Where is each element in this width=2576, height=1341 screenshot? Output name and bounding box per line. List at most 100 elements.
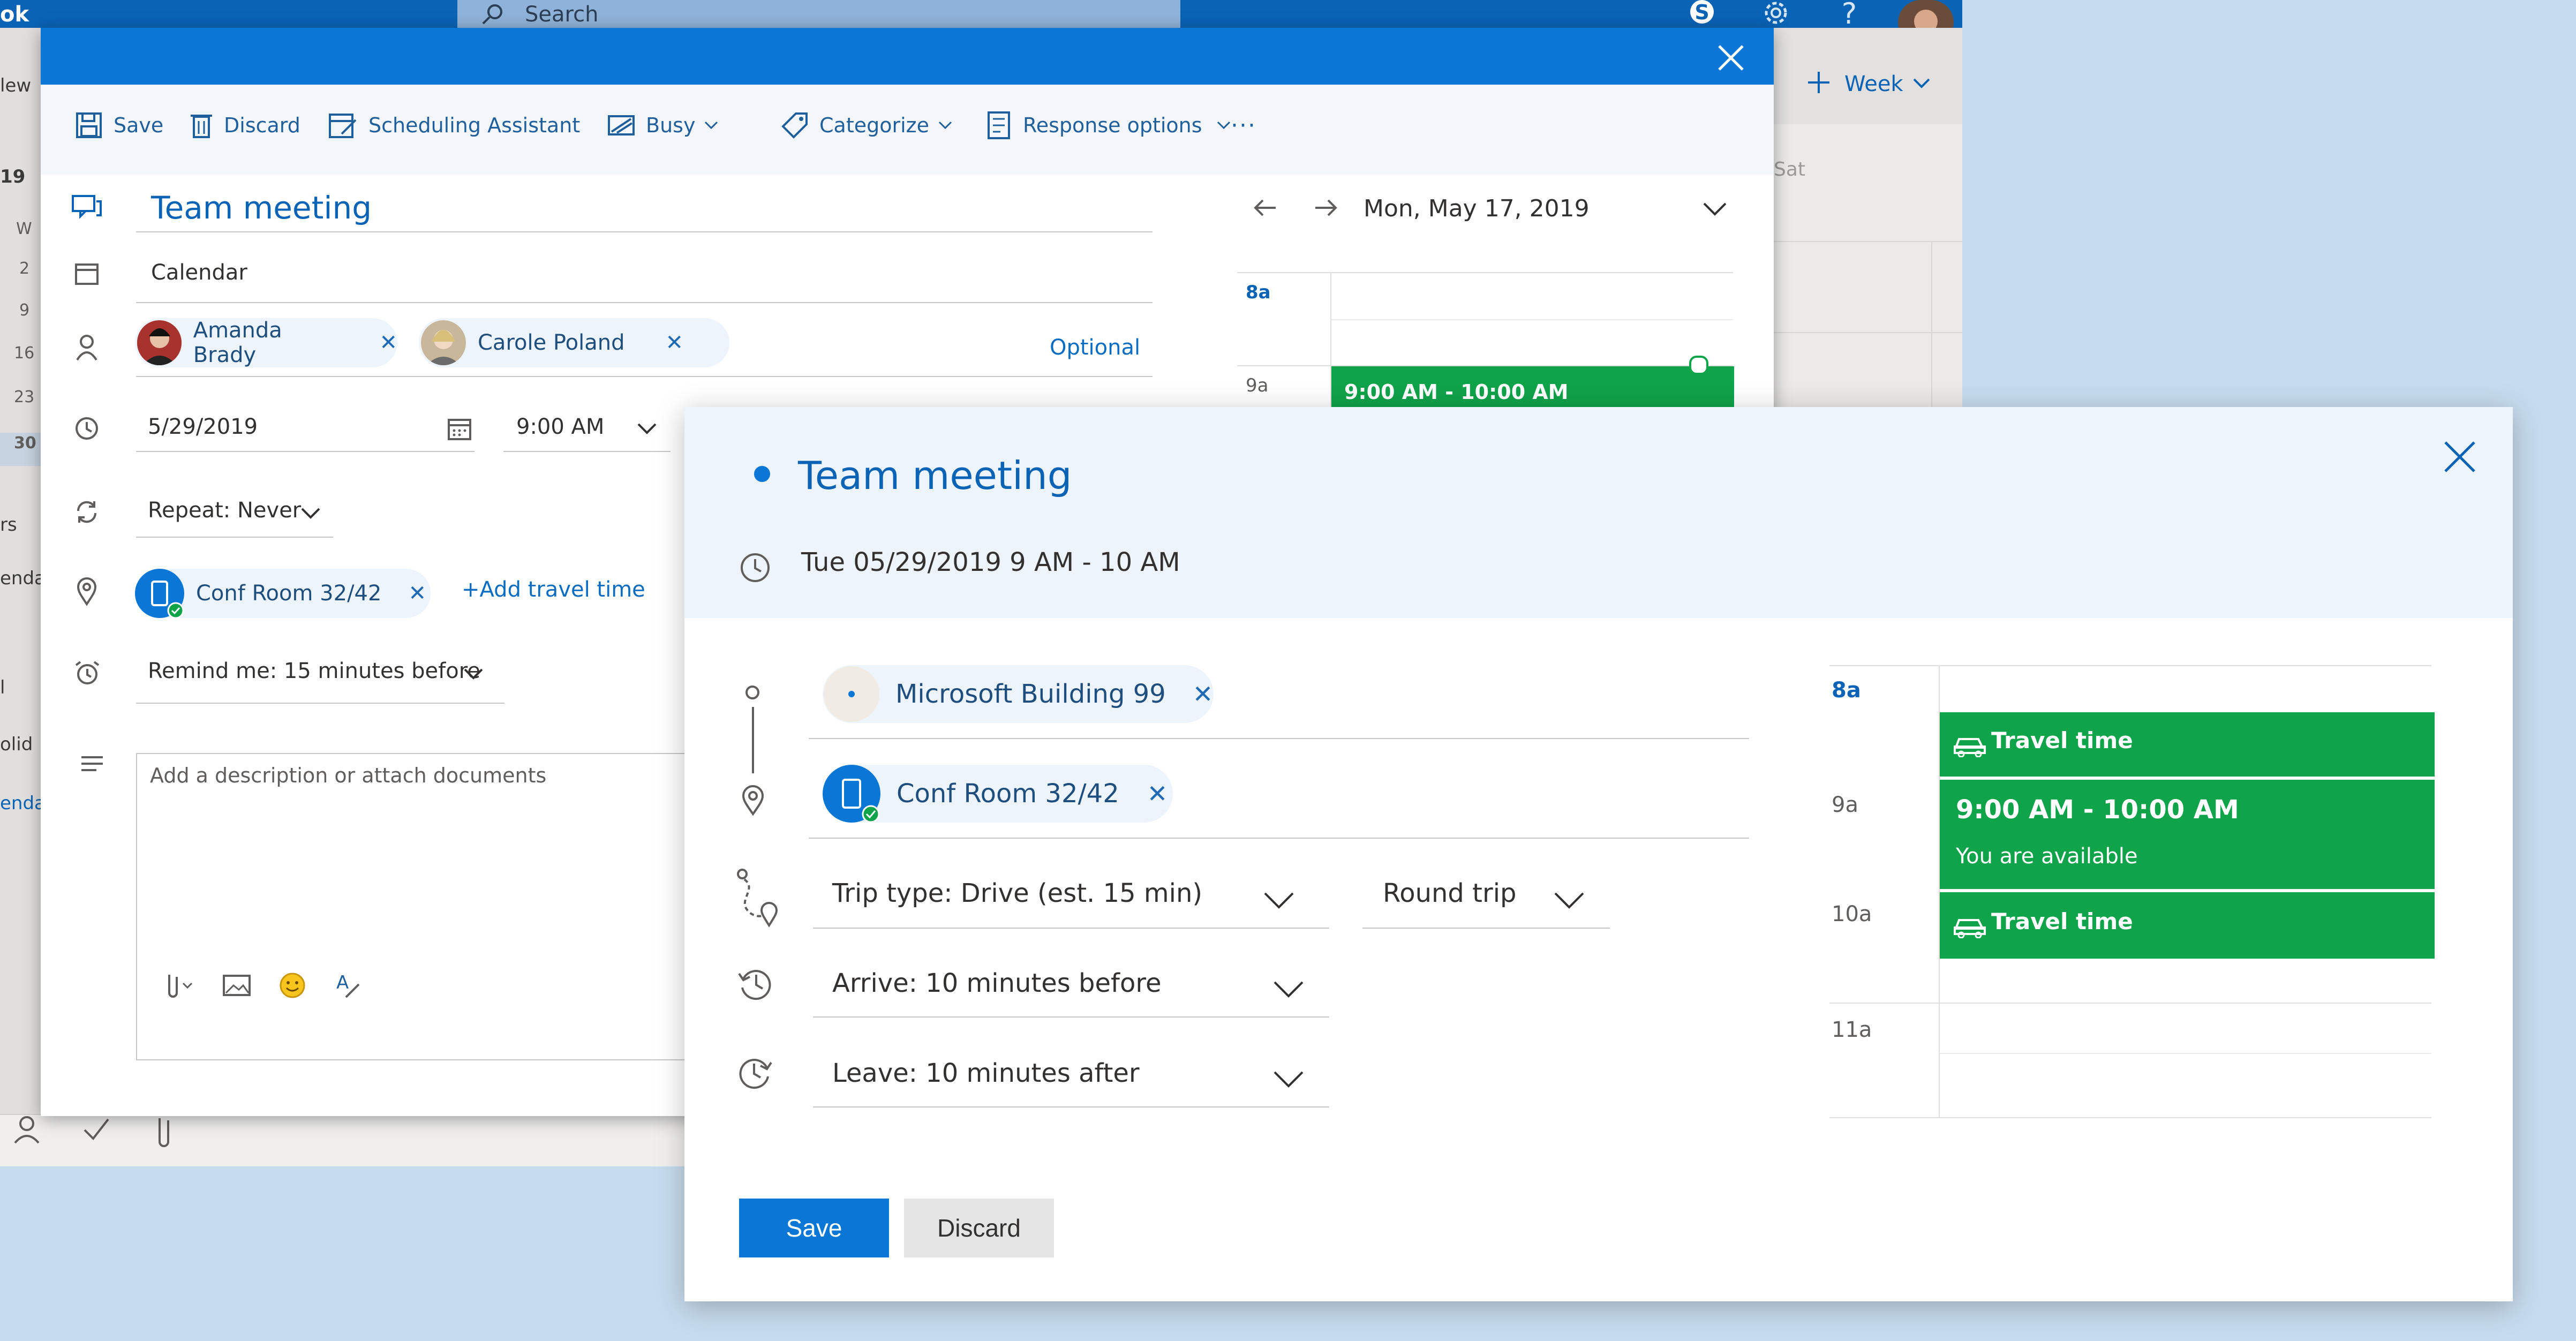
add-travel-time-link[interactable]: +Add travel time <box>462 577 645 602</box>
response-options-icon <box>988 111 1010 139</box>
event-datetime: Tue 05/29/2019 9 AM - 10 AM <box>801 547 1180 577</box>
scheduling-icon <box>329 114 357 138</box>
people-icon[interactable] <box>11 1113 43 1145</box>
remove-attendee-icon[interactable]: ✕ <box>665 330 683 355</box>
busy-label: Busy <box>646 114 696 137</box>
day-header-sat: Sat <box>1774 159 1806 180</box>
round-trip-dropdown[interactable]: Round trip <box>1383 878 1517 908</box>
hour-label: 10a <box>1832 902 1872 926</box>
sidebar-fragment: 9 <box>19 301 30 320</box>
hour-label: 11a <box>1832 1018 1872 1042</box>
attendee-chip[interactable]: Carole Poland ✕ <box>419 318 729 367</box>
reminder-dropdown[interactable]: Remind me: 15 minutes before <box>148 659 480 683</box>
remove-destination-icon[interactable]: ✕ <box>1147 779 1168 808</box>
chevron-down-icon[interactable] <box>1272 979 1305 998</box>
origin-name: Microsoft Building 99 <box>895 679 1166 709</box>
hour-line <box>1829 1003 2431 1004</box>
location-chip[interactable]: Conf Room 32/42 ✕ <box>135 569 431 619</box>
sidebar-fragment: 23 <box>14 388 35 406</box>
show-as-dropdown[interactable]: Busy <box>607 108 729 142</box>
start-time-dropdown[interactable]: 9:00 AM <box>516 415 604 439</box>
categorize-label: Categorize <box>819 114 929 137</box>
clock-icon <box>74 416 100 441</box>
calendar-selector[interactable]: Calendar <box>151 260 247 285</box>
response-options-dropdown[interactable]: Response options <box>986 108 1242 142</box>
categorize-dropdown[interactable]: Categorize <box>781 108 963 142</box>
resize-handle[interactable] <box>1689 356 1708 375</box>
start-date-input[interactable]: 5/29/2019 <box>148 415 258 439</box>
trip-type-underline <box>813 928 1329 929</box>
previous-day-arrow-icon[interactable] <box>1252 197 1278 219</box>
grid-line <box>1767 332 1962 333</box>
sidebar-fragment: l <box>0 677 5 698</box>
close-icon[interactable] <box>2442 439 2477 474</box>
scheduling-assistant-button[interactable]: Scheduling Assistant <box>328 108 580 142</box>
close-icon[interactable] <box>1716 43 1746 73</box>
chevron-down-icon[interactable] <box>1553 890 1585 909</box>
svg-text:?: ? <box>1842 0 1857 28</box>
room-avatar <box>135 569 184 619</box>
event-block[interactable]: 9:00 AM - 10:00 AM You are available <box>1940 780 2435 889</box>
chevron-down-icon[interactable] <box>1272 1069 1305 1088</box>
remove-attendee-icon[interactable]: ✕ <box>379 330 397 355</box>
chevron-down-icon <box>1217 121 1230 130</box>
arrive-dropdown[interactable]: Arrive: 10 minutes before <box>832 968 1162 998</box>
sidebar-fragment: olid <box>0 734 33 755</box>
save-icon <box>76 112 102 138</box>
discard-button[interactable]: Discard <box>190 108 300 142</box>
settings-gear-icon[interactable] <box>1760 0 1792 28</box>
date-picker-icon[interactable] <box>447 416 472 441</box>
optional-attendees-link[interactable]: Optional <box>1050 335 1140 360</box>
repeat-icon <box>74 499 100 525</box>
remove-origin-icon[interactable]: ✕ <box>1193 680 1214 709</box>
travel-time-before-block[interactable]: Travel time <box>1940 712 2435 777</box>
attendee-chip[interactable]: Amanda Brady ✕ <box>135 318 397 367</box>
save-label: Save <box>114 114 164 137</box>
chevron-down-icon[interactable] <box>1263 890 1295 909</box>
description-editor[interactable] <box>136 753 727 1060</box>
next-day-arrow-icon[interactable] <box>1313 197 1339 219</box>
skype-icon[interactable]: S <box>1686 0 1718 28</box>
hour-label: 9a <box>1832 793 1858 817</box>
busy-icon <box>608 115 635 135</box>
help-icon[interactable]: ? <box>1836 0 1863 28</box>
event-title-input[interactable]: Team meeting <box>151 190 372 226</box>
more-options-button[interactable]: ··· <box>1231 108 1256 142</box>
sidebar-fragment: 30 <box>14 434 36 453</box>
paperclip-icon[interactable] <box>153 1113 175 1150</box>
leave-dropdown[interactable]: Leave: 10 minutes after <box>832 1058 1140 1088</box>
travel-time-label: Travel time <box>1991 908 2133 935</box>
trip-type-dropdown[interactable]: Trip type: Drive (est. 15 min) <box>832 878 1202 908</box>
remove-location-icon[interactable]: ✕ <box>408 581 426 606</box>
attach-paperclip-icon[interactable] <box>161 970 198 1000</box>
origin-dot-icon <box>745 685 759 699</box>
week-view-button[interactable]: Week <box>1844 72 1903 96</box>
insert-image-icon[interactable] <box>222 974 252 997</box>
destination-chip[interactable]: Conf Room 32/42 ✕ <box>823 765 1173 823</box>
origin-underline <box>809 738 1749 739</box>
format-painter-icon[interactable]: A <box>333 970 363 1000</box>
time-underline <box>503 451 671 452</box>
discard-label: Discard <box>224 114 300 137</box>
repeat-dropdown[interactable]: Repeat: Never <box>148 498 301 523</box>
avatar <box>137 320 182 365</box>
save-button[interactable]: Save <box>739 1199 889 1257</box>
travel-time-after-block[interactable]: Travel time <box>1940 892 2435 959</box>
phone-icon <box>842 779 861 809</box>
round-trip-underline <box>1362 928 1610 929</box>
half-hour-line <box>1940 1053 2431 1054</box>
hour-label: 8a <box>1832 678 1861 703</box>
chevron-down-icon[interactable] <box>463 666 484 681</box>
chevron-down-icon[interactable] <box>636 421 658 436</box>
chevron-down-icon[interactable] <box>300 506 321 521</box>
chat-icon <box>71 193 103 221</box>
discard-button[interactable]: Discard <box>904 1199 1054 1257</box>
emoji-icon[interactable] <box>278 971 306 999</box>
future-clock-icon <box>736 1054 774 1093</box>
chevron-down-icon[interactable] <box>1702 200 1728 216</box>
save-button[interactable]: Save <box>75 108 163 142</box>
origin-chip[interactable]: Microsoft Building 99 ✕ <box>823 665 1214 723</box>
todo-icon[interactable] <box>80 1113 112 1145</box>
plus-icon <box>1806 70 1832 95</box>
attendee-name: Amanda Brady <box>193 318 282 367</box>
